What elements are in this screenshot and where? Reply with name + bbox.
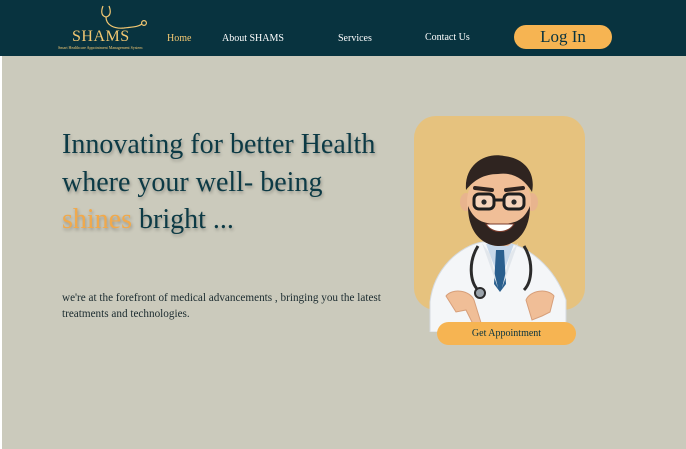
nav-home[interactable]: Home: [167, 33, 191, 44]
top-navbar: SHAMS Smart Healthcare Appointment Manag…: [0, 0, 686, 56]
headline-accent: shines: [62, 204, 132, 235]
login-button[interactable]: Log In: [514, 25, 612, 49]
logo-tagline: Smart Healthcare Appointment Management …: [58, 45, 143, 50]
hero-subtext: we're at the forefront of medical advanc…: [62, 292, 381, 320]
page-edge: [0, 56, 2, 449]
get-appointment-button[interactable]: Get Appointment: [437, 322, 576, 345]
nav-services[interactable]: Services: [338, 33, 372, 44]
logo[interactable]: SHAMS Smart Healthcare Appointment Manag…: [58, 3, 158, 53]
headline-text: Innovating for better Health where your …: [62, 129, 376, 198]
hero-headline: Innovating for better Health where your …: [62, 126, 382, 239]
nav-contact-us[interactable]: Contact Us: [425, 32, 470, 43]
nav-about-shams[interactable]: About SHAMS: [222, 33, 284, 44]
headline-text-end: bright ...: [132, 204, 234, 235]
logo-wordmark: SHAMS: [72, 28, 130, 45]
doctor-illustration: [429, 155, 567, 332]
